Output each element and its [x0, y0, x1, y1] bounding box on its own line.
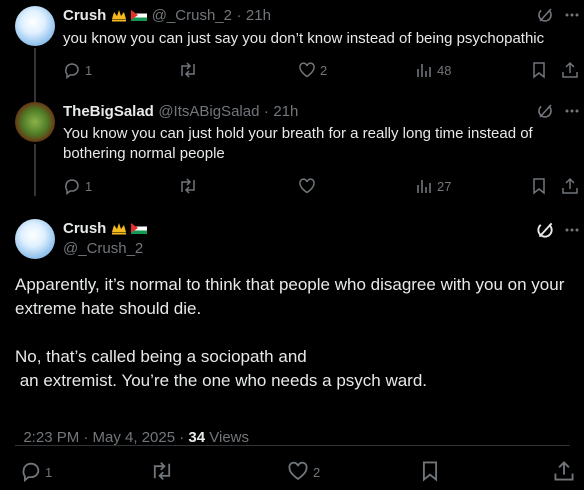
tweet-text: Apparently, it’s normal to think that pe… [15, 275, 565, 318]
reply-icon[interactable] [63, 61, 81, 79]
reply-icon[interactable] [63, 177, 81, 195]
views-label: Views [205, 429, 250, 446]
more-icon[interactable] [564, 7, 580, 23]
timestamp[interactable]: 21h [273, 103, 298, 120]
like-count: 2 [313, 465, 321, 480]
like-count: 2 [320, 63, 328, 78]
more-icon[interactable] [564, 103, 580, 119]
handle[interactable]: @_Crush_2 [152, 7, 232, 24]
retweet-icon[interactable] [150, 460, 174, 482]
retweet-icon[interactable] [178, 177, 198, 195]
tweet-header: Crush @_Crush_2 · 21h [63, 7, 271, 25]
thread-line [34, 48, 36, 106]
tweet-text-line: No, that’s called being a sociopath and [15, 347, 307, 366]
display-name[interactable]: Crush [63, 7, 106, 24]
action-bar: 1 27 [63, 176, 578, 196]
view-count: 27 [437, 179, 452, 194]
thread-line [34, 144, 36, 196]
share-icon[interactable] [561, 61, 579, 79]
share-icon[interactable] [561, 177, 579, 195]
crown-icon [111, 10, 126, 22]
avatar[interactable] [15, 219, 55, 259]
reply-icon[interactable] [20, 460, 42, 482]
tweet-text: You know you can just hold your breath f… [63, 125, 533, 162]
action-bar: 1 2 [15, 458, 580, 484]
more-icon[interactable] [564, 222, 580, 238]
tweet-meta: 2:23 PM · May 4, 2025 · 34 Views [15, 412, 249, 446]
timestamp[interactable]: 21h [246, 7, 271, 24]
tweet-header: TheBigSalad @ItsABigSalad · 21h [63, 103, 298, 121]
like-icon[interactable] [298, 61, 316, 79]
post-time[interactable]: 2:23 PM · May 4, 2025 · [23, 429, 188, 446]
reply-count: 1 [45, 465, 53, 480]
handle[interactable]: @ItsABigSalad [158, 103, 259, 120]
tweet-text-line: an extremist. You’re the one who needs a… [15, 371, 428, 390]
divider [15, 445, 570, 446]
grok-icon[interactable] [535, 220, 555, 240]
tweet-text: you know you can just say you don’t know… [63, 30, 545, 47]
tweet-header: Crush [63, 220, 148, 238]
retweet-icon[interactable] [178, 61, 198, 79]
action-bar: 1 2 48 [63, 60, 578, 80]
separator: · [263, 103, 269, 120]
like-icon[interactable] [298, 177, 316, 195]
avatar[interactable] [15, 102, 55, 142]
flag-icon [131, 10, 148, 21]
crown-icon [111, 223, 126, 235]
display-name[interactable]: TheBigSalad [63, 103, 154, 120]
avatar[interactable] [15, 6, 55, 46]
handle[interactable]: @_Crush_2 [63, 240, 143, 257]
reply-count: 1 [85, 179, 93, 194]
reply-count: 1 [85, 63, 93, 78]
views-count: 34 [188, 429, 206, 446]
views-icon[interactable] [415, 177, 433, 195]
grok-icon[interactable] [536, 102, 554, 120]
bookmark-icon[interactable] [531, 177, 547, 195]
like-icon[interactable] [287, 460, 309, 482]
view-count: 48 [437, 63, 452, 78]
display-name[interactable]: Crush [63, 220, 106, 237]
bookmark-icon[interactable] [420, 460, 440, 482]
separator: · [236, 7, 242, 24]
grok-icon[interactable] [536, 6, 554, 24]
share-icon[interactable] [553, 460, 575, 482]
views-icon[interactable] [415, 61, 433, 79]
bookmark-icon[interactable] [531, 61, 547, 79]
flag-icon [131, 223, 148, 234]
